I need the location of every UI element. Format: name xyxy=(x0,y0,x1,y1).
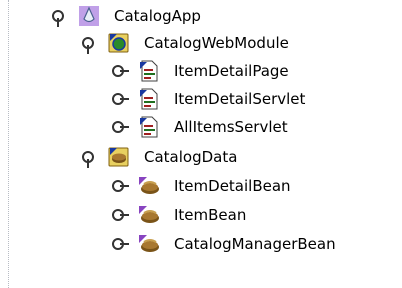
ejb-module-icon xyxy=(108,147,129,167)
application-icon xyxy=(79,6,99,26)
node-label: CatalogApp xyxy=(114,7,201,25)
tree-node-catalog-app[interactable]: CatalogApp xyxy=(0,2,402,30)
expand-toggle[interactable] xyxy=(52,10,64,27)
node-label: ItemBean xyxy=(174,206,247,224)
expand-toggle[interactable] xyxy=(112,180,129,192)
tree-node-item-bean[interactable]: ItemBean xyxy=(0,201,402,229)
expand-toggle[interactable] xyxy=(112,121,129,133)
expand-toggle[interactable] xyxy=(112,209,129,221)
expand-toggle[interactable] xyxy=(82,151,94,168)
servlet-icon xyxy=(140,88,158,110)
tree-node-catalog-data[interactable]: CatalogData xyxy=(0,143,402,171)
tree-node-item-detail-page[interactable]: ItemDetailPage xyxy=(0,57,402,85)
expand-toggle[interactable] xyxy=(112,93,129,105)
tree-node-catalog-web-module[interactable]: CatalogWebModule xyxy=(0,29,402,57)
node-label: ItemDetailServlet xyxy=(174,90,306,108)
expand-toggle[interactable] xyxy=(112,238,129,250)
expand-toggle[interactable] xyxy=(112,65,129,77)
node-label: ItemDetailPage xyxy=(174,62,289,80)
node-label: CatalogData xyxy=(144,148,238,166)
bean-icon xyxy=(139,177,159,194)
jsp-page-icon xyxy=(140,60,158,82)
node-label: CatalogManagerBean xyxy=(174,235,336,253)
tree-node-all-items-servlet[interactable]: AllItemsServlet xyxy=(0,113,402,141)
web-module-icon xyxy=(108,33,129,53)
node-label: CatalogWebModule xyxy=(144,34,289,52)
servlet-icon xyxy=(140,116,158,138)
tree-node-item-detail-servlet[interactable]: ItemDetailServlet xyxy=(0,85,402,113)
bean-icon xyxy=(139,235,159,252)
node-label: AllItemsServlet xyxy=(174,118,288,136)
tree-node-catalog-manager-bean[interactable]: CatalogManagerBean xyxy=(0,230,402,258)
expand-toggle[interactable] xyxy=(82,37,94,54)
tree-node-item-detail-bean[interactable]: ItemDetailBean xyxy=(0,172,402,200)
bean-icon xyxy=(139,206,159,223)
node-label: ItemDetailBean xyxy=(174,177,291,195)
